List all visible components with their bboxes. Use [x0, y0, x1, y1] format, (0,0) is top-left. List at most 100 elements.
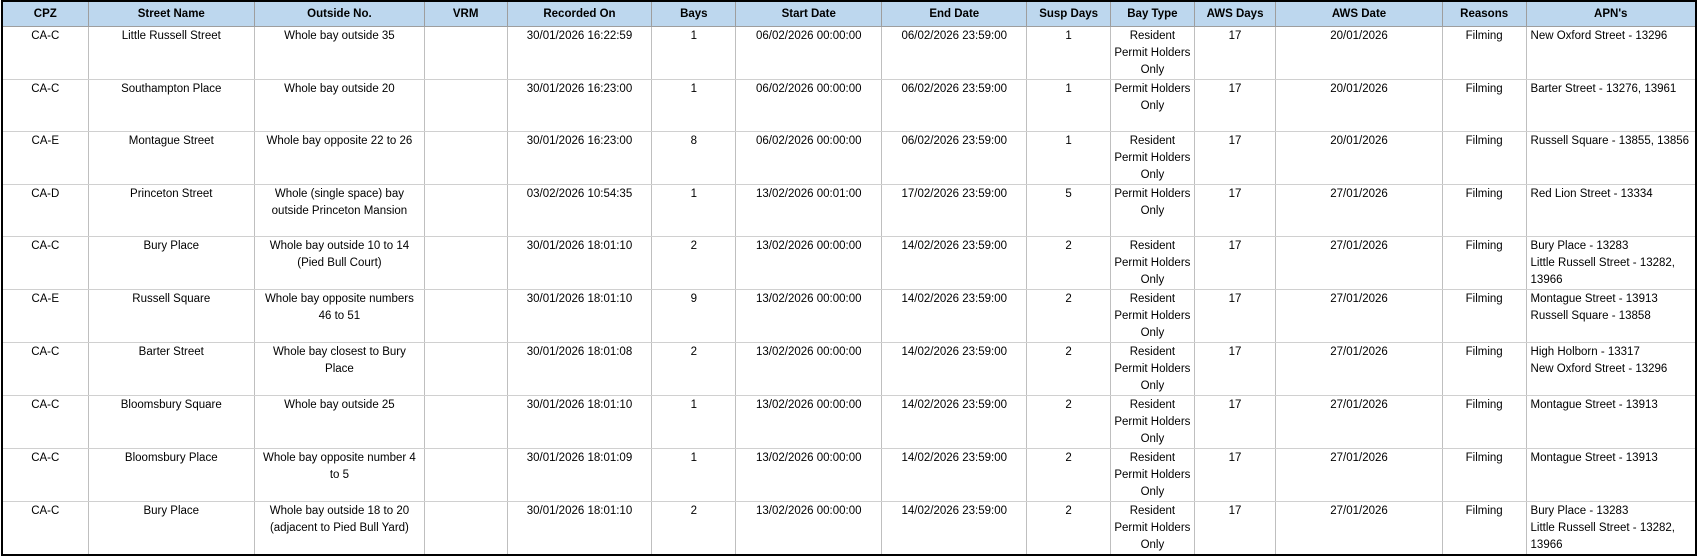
cell-susp-days[interactable]: 2	[1026, 236, 1111, 290]
cell-reasons[interactable]: Filming	[1441, 236, 1527, 290]
cell-susp-days[interactable]: 2	[1026, 342, 1111, 396]
cell-vrm[interactable]	[423, 79, 508, 132]
cell-start-date[interactable]: 13/02/2026 00:00:00	[735, 289, 883, 343]
header-recorded-on[interactable]: Recorded On	[506, 1, 653, 27]
cell-aws-date[interactable]: 27/01/2026	[1275, 236, 1443, 290]
cell-bay-type[interactable]: Resident Permit Holders Only	[1110, 26, 1195, 80]
cell-apns[interactable]: Montague Street - 13913 Russell Square - …	[1525, 289, 1697, 343]
cell-bays[interactable]: 1	[651, 184, 737, 237]
cell-bays[interactable]: 1	[651, 26, 737, 80]
cell-street-name[interactable]: Bury Place	[87, 501, 256, 555]
cell-start-date[interactable]: 13/02/2026 00:01:00	[735, 184, 883, 237]
cell-start-date[interactable]: 06/02/2026 00:00:00	[735, 131, 883, 185]
cell-apns[interactable]: High Holborn - 13317 New Oxford Street - …	[1525, 342, 1697, 396]
cell-vrm[interactable]	[423, 448, 508, 502]
cell-aws-date[interactable]: 20/01/2026	[1275, 131, 1443, 185]
header-reasons[interactable]: Reasons	[1441, 1, 1527, 27]
cell-apns[interactable]: Russell Square - 13855, 13856	[1525, 131, 1697, 185]
header-aws-date[interactable]: AWS Date	[1275, 1, 1443, 27]
cell-end-date[interactable]: 14/02/2026 23:59:00	[881, 342, 1028, 396]
cell-recorded-on[interactable]: 30/01/2026 16:23:00	[506, 131, 653, 185]
cell-vrm[interactable]	[423, 184, 508, 237]
cell-reasons[interactable]: Filming	[1441, 501, 1527, 555]
cell-cpz[interactable]: CA-C	[1, 342, 89, 396]
cell-recorded-on[interactable]: 30/01/2026 18:01:09	[506, 448, 653, 502]
cell-bays[interactable]: 1	[651, 79, 737, 132]
cell-aws-date[interactable]: 20/01/2026	[1275, 26, 1443, 80]
cell-cpz[interactable]: CA-C	[1, 236, 89, 290]
cell-start-date[interactable]: 13/02/2026 00:00:00	[735, 501, 883, 555]
header-vrm[interactable]: VRM	[423, 1, 508, 27]
cell-street-name[interactable]: Little Russell Street	[87, 26, 256, 80]
cell-start-date[interactable]: 13/02/2026 00:00:00	[735, 236, 883, 290]
cell-bay-type[interactable]: Resident Permit Holders Only	[1110, 131, 1195, 185]
cell-aws-date[interactable]: 27/01/2026	[1275, 342, 1443, 396]
cell-bay-type[interactable]: Resident Permit Holders Only	[1110, 448, 1195, 502]
cell-aws-days[interactable]: 17	[1193, 342, 1277, 396]
cell-recorded-on[interactable]: 03/02/2026 10:54:35	[506, 184, 653, 237]
cell-aws-date[interactable]: 20/01/2026	[1275, 79, 1443, 132]
cell-end-date[interactable]: 14/02/2026 23:59:00	[881, 501, 1028, 555]
cell-susp-days[interactable]: 1	[1026, 131, 1111, 185]
cell-recorded-on[interactable]: 30/01/2026 18:01:10	[506, 289, 653, 343]
cell-vrm[interactable]	[423, 236, 508, 290]
cell-street-name[interactable]: Montague Street	[87, 131, 256, 185]
cell-aws-days[interactable]: 17	[1193, 395, 1277, 449]
cell-aws-days[interactable]: 17	[1193, 236, 1277, 290]
cell-apns[interactable]: Montague Street - 13913	[1525, 448, 1697, 502]
cell-street-name[interactable]: Princeton Street	[87, 184, 256, 237]
cell-outside-no[interactable]: Whole bay outside 10 to 14 (Pied Bull Co…	[254, 236, 425, 290]
cell-apns[interactable]: New Oxford Street - 13296	[1525, 26, 1697, 80]
cell-bay-type[interactable]: Permit Holders Only	[1110, 79, 1195, 132]
cell-vrm[interactable]	[423, 26, 508, 80]
cell-vrm[interactable]	[423, 342, 508, 396]
cell-street-name[interactable]: Southampton Place	[87, 79, 256, 132]
cell-reasons[interactable]: Filming	[1441, 26, 1527, 80]
cell-bays[interactable]: 2	[651, 236, 737, 290]
cell-bay-type[interactable]: Resident Permit Holders Only	[1110, 342, 1195, 396]
cell-susp-days[interactable]: 2	[1026, 395, 1111, 449]
cell-cpz[interactable]: CA-C	[1, 501, 89, 555]
cell-outside-no[interactable]: Whole bay outside 35	[254, 26, 425, 80]
cell-reasons[interactable]: Filming	[1441, 395, 1527, 449]
cell-susp-days[interactable]: 5	[1026, 184, 1111, 237]
cell-start-date[interactable]: 13/02/2026 00:00:00	[735, 395, 883, 449]
cell-start-date[interactable]: 06/02/2026 00:00:00	[735, 79, 883, 132]
cell-start-date[interactable]: 13/02/2026 00:00:00	[735, 342, 883, 396]
cell-vrm[interactable]	[423, 501, 508, 555]
cell-bay-type[interactable]: Resident Permit Holders Only	[1110, 236, 1195, 290]
cell-reasons[interactable]: Filming	[1441, 289, 1527, 343]
cell-reasons[interactable]: Filming	[1441, 184, 1527, 237]
cell-apns[interactable]: Montague Street - 13913	[1525, 395, 1697, 449]
cell-outside-no[interactable]: Whole bay outside 25	[254, 395, 425, 449]
cell-bays[interactable]: 9	[651, 289, 737, 343]
cell-cpz[interactable]: CA-E	[1, 289, 89, 343]
cell-aws-days[interactable]: 17	[1193, 501, 1277, 555]
cell-aws-date[interactable]: 27/01/2026	[1275, 501, 1443, 555]
header-bay-type[interactable]: Bay Type	[1110, 1, 1195, 27]
cell-end-date[interactable]: 06/02/2026 23:59:00	[881, 79, 1028, 132]
cell-outside-no[interactable]: Whole bay opposite number 4 to 5	[254, 448, 425, 502]
cell-susp-days[interactable]: 2	[1026, 501, 1111, 555]
cell-reasons[interactable]: Filming	[1441, 79, 1527, 132]
cell-aws-days[interactable]: 17	[1193, 79, 1277, 132]
cell-recorded-on[interactable]: 30/01/2026 16:23:00	[506, 79, 653, 132]
header-cpz[interactable]: CPZ	[1, 1, 89, 27]
header-aws-days[interactable]: AWS Days	[1193, 1, 1277, 27]
cell-aws-date[interactable]: 27/01/2026	[1275, 184, 1443, 237]
cell-apns[interactable]: Bury Place - 13283 Little Russell Street …	[1525, 236, 1697, 290]
cell-susp-days[interactable]: 2	[1026, 289, 1111, 343]
cell-recorded-on[interactable]: 30/01/2026 16:22:59	[506, 26, 653, 80]
cell-street-name[interactable]: Bury Place	[87, 236, 256, 290]
cell-cpz[interactable]: CA-D	[1, 184, 89, 237]
cell-cpz[interactable]: CA-C	[1, 395, 89, 449]
cell-bays[interactable]: 2	[651, 342, 737, 396]
header-start-date[interactable]: Start Date	[735, 1, 883, 27]
header-street-name[interactable]: Street Name	[87, 1, 256, 27]
cell-outside-no[interactable]: Whole bay opposite numbers 46 to 51	[254, 289, 425, 343]
cell-outside-no[interactable]: Whole bay outside 18 to 20 (adjacent to …	[254, 501, 425, 555]
cell-aws-days[interactable]: 17	[1193, 448, 1277, 502]
cell-outside-no[interactable]: Whole bay closest to Bury Place	[254, 342, 425, 396]
header-bays[interactable]: Bays	[651, 1, 737, 27]
cell-reasons[interactable]: Filming	[1441, 342, 1527, 396]
